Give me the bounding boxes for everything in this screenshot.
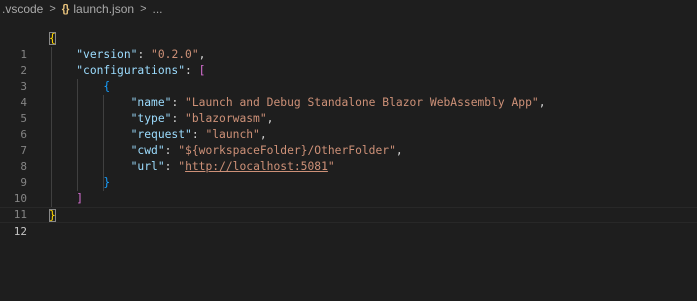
line-number: 12 <box>13 225 27 238</box>
breadcrumb: .vscode > {} launch.json > ... <box>0 0 697 17</box>
code-line[interactable]: 6 "type": "blazorwasm", <box>0 111 697 141</box>
code-line[interactable]: 10 } <box>0 175 697 205</box>
code-line[interactable]: 11 ] <box>0 191 697 221</box>
code-line[interactable]: 7 "request": "launch", <box>0 127 697 157</box>
chevron-right-icon: > <box>140 2 147 15</box>
breadcrumb-file[interactable]: launch.json <box>73 2 134 16</box>
line-content: "cwd": "${workspaceFolder}/OtherFolder", <box>130 144 403 157</box>
line-content: } <box>49 209 56 222</box>
code-editor[interactable]: 1 { 2 "version": "0.2.0", 3 "configurati… <box>0 31 697 301</box>
code-line[interactable]: 5 "name": "Launch and Debug Standalone B… <box>0 95 697 125</box>
line-content: "version": "0.2.0", <box>76 48 206 61</box>
code-line-current[interactable]: 12 } <box>0 207 697 238</box>
line-content: "url": "http://localhost:5081" <box>130 160 335 173</box>
url-link[interactable]: http://localhost:5081 <box>185 160 328 173</box>
code-line[interactable]: 9 "url": "http://localhost:5081" <box>0 159 697 189</box>
chevron-right-icon: > <box>49 2 56 15</box>
line-content: "configurations": [ <box>76 64 206 77</box>
line-content: "request": "launch", <box>130 128 267 141</box>
line-content: "name": "Launch and Debug Standalone Bla… <box>130 96 546 109</box>
line-content: { <box>103 80 111 93</box>
breadcrumb-more[interactable]: ... <box>153 2 163 16</box>
json-file-icon: {} <box>61 2 70 15</box>
breadcrumb-folder[interactable]: .vscode <box>2 2 43 16</box>
code-line[interactable]: 4 { <box>0 79 697 109</box>
line-content: ] <box>76 192 84 205</box>
code-line[interactable]: 1 { <box>0 31 697 61</box>
line-content: } <box>103 176 111 189</box>
code-line[interactable]: 3 "configurations": [ <box>0 63 697 93</box>
code-line[interactable]: 8 "cwd": "${workspaceFolder}/OtherFolder… <box>0 143 697 173</box>
line-content: { <box>49 32 56 45</box>
code-line[interactable]: 2 "version": "0.2.0", <box>0 47 697 77</box>
line-content: "type": "blazorwasm", <box>130 112 274 125</box>
